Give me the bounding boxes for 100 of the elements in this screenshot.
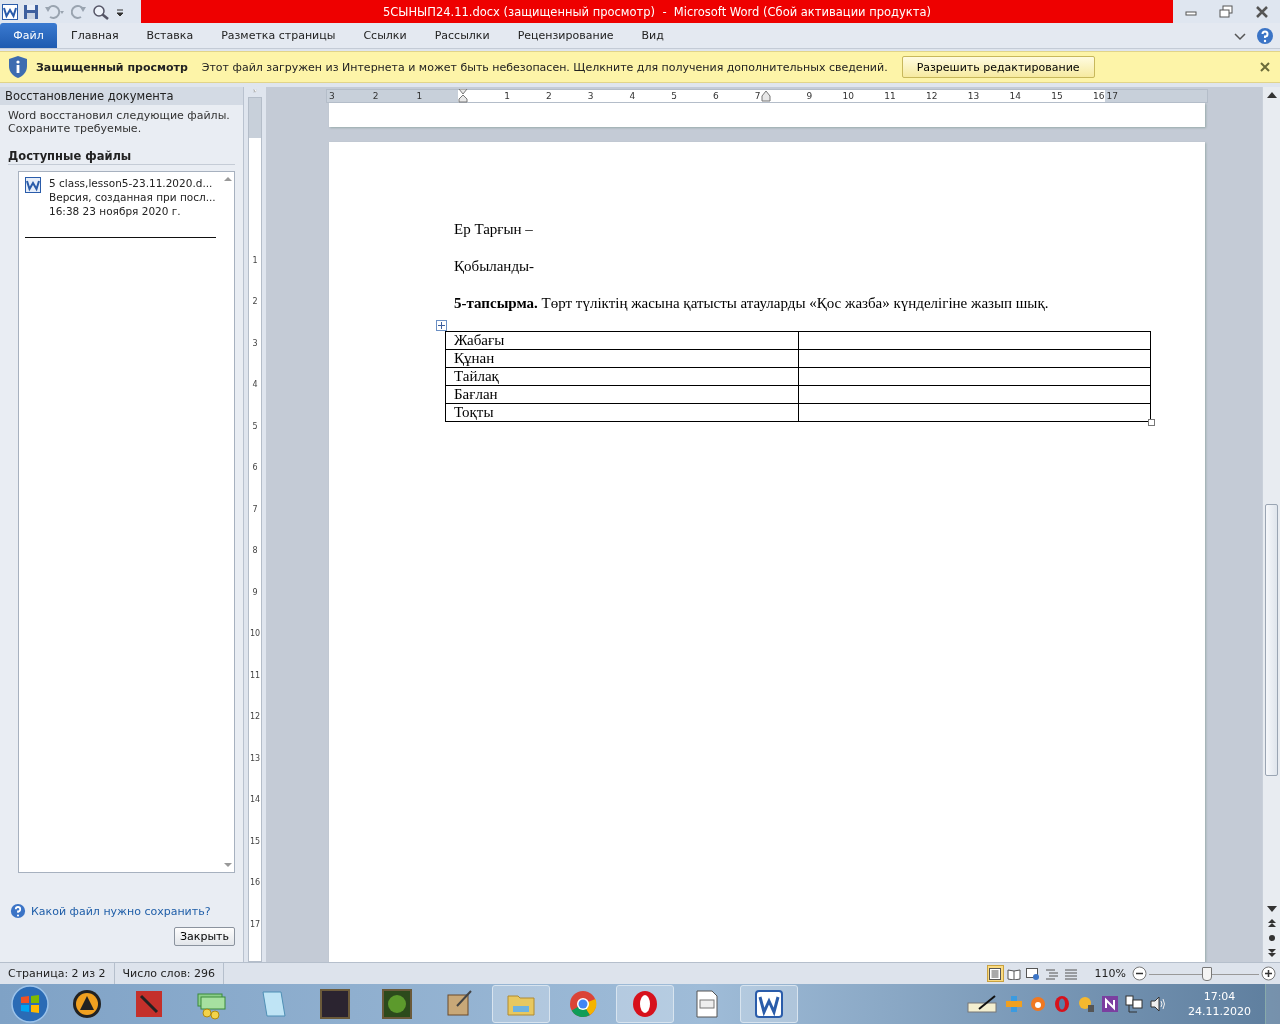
ribbon-tab[interactable]: Вставка bbox=[132, 23, 208, 48]
clock-date[interactable]: 24.11.2020 bbox=[1188, 1004, 1251, 1019]
ruler-number: 14 bbox=[249, 795, 261, 806]
browse-object-icon[interactable] bbox=[1266, 933, 1277, 943]
ribbon-tab[interactable]: Рецензирование bbox=[503, 23, 628, 48]
ruler-number: 16 bbox=[1092, 90, 1105, 102]
table-cell: Тайлақ bbox=[445, 367, 799, 386]
ruler-number: 3 bbox=[251, 338, 259, 350]
ruler-number: 17 bbox=[249, 919, 261, 931]
draft-view-icon bbox=[1064, 967, 1079, 980]
taskbar-app-button[interactable] bbox=[740, 985, 798, 1023]
ruler-number: 15 bbox=[249, 836, 261, 848]
ruler-number: 2 bbox=[251, 297, 259, 308]
print-view-icon bbox=[988, 967, 1003, 980]
ruler-number: 7 bbox=[251, 504, 259, 516]
network-tray-icon[interactable] bbox=[1125, 995, 1143, 1013]
letter-w-icon bbox=[753, 988, 785, 1020]
web-view-icon bbox=[1026, 967, 1041, 980]
ruler-number: 6 bbox=[251, 463, 259, 474]
table-cell: Тоқты bbox=[445, 403, 799, 422]
zoom-slider[interactable] bbox=[1149, 965, 1259, 982]
table-resize-handle[interactable] bbox=[1148, 419, 1155, 426]
protected-view-message[interactable]: Этот файл загружен из Интернета и может быть небезопасен. Щелкните для получения дополнительных сведений. bbox=[201, 60, 888, 74]
next-page-icon[interactable] bbox=[1266, 948, 1277, 958]
clock-time[interactable]: 17:04 bbox=[1203, 989, 1236, 1004]
help-icon[interactable] bbox=[1256, 26, 1274, 45]
file-name: 5 class,lesson5-23.11.2020.d... bbox=[49, 177, 214, 189]
ruler-number: 15 bbox=[1050, 90, 1063, 102]
previous-page-icon[interactable] bbox=[1266, 918, 1277, 928]
scroll-up-icon[interactable] bbox=[1266, 91, 1277, 99]
table-move-handle-icon[interactable] bbox=[436, 320, 447, 331]
help-link[interactable]: Какой файл нужно сохранить? bbox=[31, 904, 211, 918]
ruler-number: 16 bbox=[249, 878, 261, 889]
protected-view-title: Защищенный просмотр bbox=[36, 60, 188, 74]
scroll-down-icon[interactable] bbox=[1266, 905, 1277, 913]
ruler-number: 1 bbox=[415, 90, 424, 102]
zoom-in-icon[interactable] bbox=[1261, 966, 1276, 981]
ribbon-tab[interactable]: Рассылки bbox=[420, 23, 504, 48]
file-version: Версия, созданная при посл... bbox=[49, 191, 216, 203]
ruler-number: 11 bbox=[883, 90, 896, 102]
ruler-number: 9 bbox=[251, 587, 259, 599]
ruler-number: 3 bbox=[586, 90, 594, 102]
round-logo-icon bbox=[567, 988, 599, 1020]
table-cell: Бағлан bbox=[445, 385, 799, 404]
save-icon[interactable] bbox=[23, 3, 39, 20]
read-view-icon bbox=[1007, 967, 1022, 980]
outline-view-icon bbox=[1045, 967, 1060, 980]
close-icon[interactable] bbox=[1260, 62, 1270, 72]
pane-title: Восстановление документа bbox=[0, 87, 243, 105]
pen-tray-icon[interactable] bbox=[967, 995, 999, 1013]
zoom-out-icon[interactable] bbox=[1132, 966, 1147, 981]
ruler-number: 4 bbox=[628, 90, 636, 102]
view-button[interactable] bbox=[1024, 965, 1042, 982]
scrollbar-thumb[interactable] bbox=[1265, 504, 1278, 776]
letter-n-tray-icon[interactable] bbox=[1101, 995, 1119, 1013]
view-button[interactable] bbox=[986, 965, 1004, 982]
ribbon-tab[interactable]: Вид bbox=[627, 23, 678, 48]
ruler-number: 13 bbox=[249, 753, 261, 765]
ribbon-tab[interactable]: Ссылки bbox=[349, 23, 421, 48]
bulb-tray-icon[interactable] bbox=[1077, 995, 1095, 1013]
taskbar-app-button[interactable] bbox=[616, 985, 674, 1023]
ruler-number: 13 bbox=[966, 90, 980, 102]
zoom-slider-thumb[interactable] bbox=[1202, 966, 1213, 981]
ribbon-tab[interactable]: Разметка страницы bbox=[207, 23, 350, 48]
magnifier-icon[interactable] bbox=[92, 3, 110, 20]
recovered-file-item[interactable]: 5 class,lesson5-23.11.2020.d... Версия, созданная при посл... 16:38 23 ноября 2020 г. bbox=[25, 177, 216, 217]
word-document-icon bbox=[25, 177, 41, 193]
creature-icon bbox=[381, 988, 413, 1020]
right-indent-marker-icon[interactable] bbox=[760, 90, 771, 102]
portrait-placeholder bbox=[319, 988, 351, 1020]
collapse-ribbon-icon[interactable] bbox=[1234, 30, 1246, 41]
close-button[interactable]: Закрыть bbox=[174, 927, 235, 946]
sword-icon bbox=[133, 988, 165, 1020]
ruler-margin bbox=[249, 97, 261, 138]
ruler-number: 2 bbox=[545, 90, 552, 102]
ruler-number: 1 bbox=[251, 255, 259, 267]
ribbon-tab[interactable]: Главная bbox=[57, 23, 133, 48]
ruler-number: 1 bbox=[503, 90, 510, 102]
speaker-tray-icon[interactable] bbox=[1149, 995, 1167, 1013]
file-tab[interactable]: Файл bbox=[0, 23, 57, 48]
section-title: Доступные файлы bbox=[8, 149, 235, 165]
document-paragraph: Қобыланды- bbox=[454, 257, 536, 276]
ruler-number: 5 bbox=[251, 421, 259, 433]
ruler-number: 9 bbox=[805, 90, 813, 102]
close-icon[interactable] bbox=[1255, 4, 1270, 19]
file-time: 16:38 23 ноября 2020 г. bbox=[49, 205, 182, 217]
ruler-number: 3 bbox=[328, 90, 336, 102]
vertical-scrollbar[interactable] bbox=[1262, 87, 1280, 962]
restore-icon[interactable] bbox=[1219, 4, 1234, 19]
enable-editing-button[interactable]: Разрешить редактирование bbox=[901, 56, 1095, 78]
info-shield-icon bbox=[8, 55, 28, 79]
ruler-number: 6 bbox=[712, 90, 719, 102]
zoom-level[interactable]: 110% bbox=[1094, 967, 1126, 980]
pane-description: Word восстановил следующие файлы. bbox=[8, 109, 231, 122]
help-icon[interactable] bbox=[10, 903, 26, 919]
word-icon[interactable] bbox=[2, 3, 18, 20]
indent-marker-icon[interactable] bbox=[458, 89, 469, 103]
ruler-number: 12 bbox=[925, 90, 938, 102]
table-cell: Жабағы bbox=[445, 331, 799, 350]
start-button[interactable] bbox=[10, 984, 50, 1024]
